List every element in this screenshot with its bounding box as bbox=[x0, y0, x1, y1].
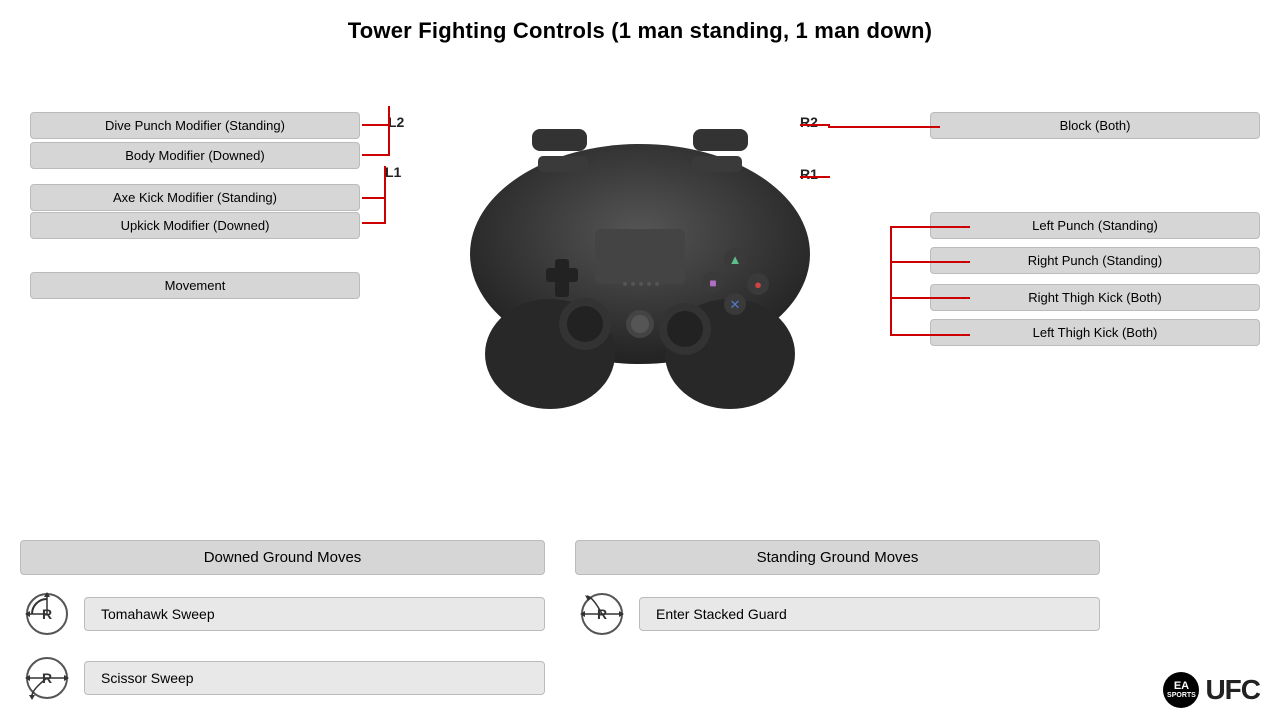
svg-text:✕: ✕ bbox=[730, 297, 741, 312]
ea-sports-logo: EA SPORTS bbox=[1163, 672, 1199, 708]
left-punch-label: Left Punch (Standing) bbox=[930, 212, 1260, 239]
svg-text:●: ● bbox=[754, 277, 762, 292]
r1-label: R1 bbox=[800, 166, 818, 182]
right-punch-label: Right Punch (Standing) bbox=[930, 247, 1260, 274]
svg-text:■: ■ bbox=[709, 276, 716, 290]
controller-section: ▲ ■ ● ✕ L2 L1 R2 R1 bbox=[0, 54, 1280, 484]
block-label: Block (Both) bbox=[930, 112, 1260, 139]
l2-label: L2 bbox=[388, 114, 404, 130]
right-thigh-label: Right Thigh Kick (Both) bbox=[930, 284, 1260, 311]
r2-label: R2 bbox=[800, 114, 818, 130]
svg-text:▲: ▲ bbox=[729, 252, 742, 267]
stacked-guard-label: Enter Stacked Guard bbox=[639, 597, 1100, 631]
movement-label: Movement bbox=[30, 272, 360, 299]
scissor-row: R Scissor Sweep bbox=[20, 651, 545, 705]
page-title: Tower Fighting Controls (1 man standing,… bbox=[0, 0, 1280, 44]
tomahawk-row: R Tomahawk Sweep bbox=[20, 587, 545, 641]
l2-bottom-label: Body Modifier (Downed) bbox=[30, 142, 360, 169]
l1-top-label: Axe Kick Modifier (Standing) bbox=[30, 184, 360, 211]
downed-title: Downed Ground Moves bbox=[20, 540, 545, 575]
bottom-section: Downed Ground Moves R Tomahawk Sweep bbox=[20, 540, 1100, 715]
ufc-logo: UFC bbox=[1205, 674, 1260, 706]
stacked-guard-row: R Enter Stacked Guard bbox=[575, 587, 1100, 641]
standing-moves-panel: Standing Ground Moves R Enter Stacked Gu… bbox=[575, 540, 1100, 715]
rotate-right-icon: R bbox=[20, 651, 74, 705]
controller-image: ▲ ■ ● ✕ bbox=[450, 74, 830, 419]
rotate-left-icon: R bbox=[20, 587, 74, 641]
l2-top-label: Dive Punch Modifier (Standing) bbox=[30, 112, 360, 139]
downed-moves-panel: Downed Ground Moves R Tomahawk Sweep bbox=[20, 540, 545, 715]
sports-text: SPORTS bbox=[1167, 692, 1196, 700]
left-thigh-label: Left Thigh Kick (Both) bbox=[930, 319, 1260, 346]
rotate-up-icon: R bbox=[575, 587, 629, 641]
logo-area: EA SPORTS UFC bbox=[1163, 672, 1260, 708]
ea-text: EA bbox=[1174, 680, 1189, 692]
scissor-label: Scissor Sweep bbox=[84, 661, 545, 695]
standing-title: Standing Ground Moves bbox=[575, 540, 1100, 575]
tomahawk-label: Tomahawk Sweep bbox=[84, 597, 545, 631]
l1-label: L1 bbox=[385, 164, 401, 180]
l1-bottom-label: Upkick Modifier (Downed) bbox=[30, 212, 360, 239]
